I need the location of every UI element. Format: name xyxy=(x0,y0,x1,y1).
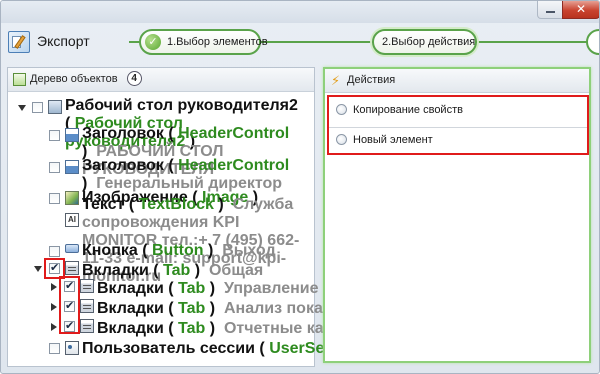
desktop-icon xyxy=(48,100,62,114)
node-checkbox[interactable] xyxy=(49,162,60,173)
node-type: HeaderControl xyxy=(178,157,290,174)
user-session-icon xyxy=(65,341,79,355)
node-name: Текст xyxy=(82,196,125,213)
node-paren: ( xyxy=(163,157,179,174)
window-title: Экспорт xyxy=(37,33,90,49)
tree-node-tab-general[interactable]: Вкладки ( Tab ) Общая xyxy=(82,262,263,280)
title-bar: ✕ xyxy=(1,1,599,23)
actions-title: Действия xyxy=(347,74,396,86)
node-paren: ) xyxy=(205,280,216,297)
highlight-box-actions xyxy=(327,95,589,155)
wizard-step-select-action[interactable]: 2.Выбор действия xyxy=(372,29,477,55)
node-paren: ( xyxy=(163,320,179,337)
tab-icon xyxy=(80,279,94,293)
header-icon xyxy=(65,160,79,174)
expand-arrow-icon[interactable] xyxy=(51,303,57,311)
actions-header: ⚡ Действия xyxy=(325,69,589,93)
minimize-button[interactable] xyxy=(537,1,563,19)
node-paren: ( xyxy=(137,242,152,259)
node-paren: ) xyxy=(203,242,214,259)
node-paren: ) xyxy=(190,262,201,279)
node-name: Рабочий стол руководителя2 xyxy=(65,97,298,114)
wizard-step-select-elements[interactable]: ✓ 1.Выбор элементов xyxy=(139,29,268,55)
node-description: Выход xyxy=(222,242,276,259)
wizard-step-label: 1.Выбор элементов xyxy=(167,36,268,48)
step-done-check-icon: ✓ xyxy=(145,34,161,50)
node-checkbox[interactable] xyxy=(49,343,60,354)
header-icon xyxy=(65,128,79,142)
node-checkbox[interactable] xyxy=(49,193,60,204)
node-type: Tab xyxy=(163,262,191,279)
object-count-badge: 4 xyxy=(126,71,142,86)
tab-icon xyxy=(80,319,94,333)
tree-icon xyxy=(13,73,26,86)
node-type: TextBlock xyxy=(138,196,214,213)
node-paren: ( xyxy=(124,196,139,213)
node-name: Кнопка xyxy=(82,242,138,259)
expand-arrow-icon[interactable] xyxy=(51,283,57,291)
button-icon xyxy=(65,244,79,253)
node-paren: ( xyxy=(163,125,179,142)
close-button[interactable]: ✕ xyxy=(562,1,599,19)
tab-icon xyxy=(65,261,79,275)
wizard-step-next[interactable] xyxy=(586,29,599,55)
export-app-icon xyxy=(8,31,30,53)
collapse-arrow-icon[interactable] xyxy=(34,266,42,272)
node-type: Tab xyxy=(178,320,206,337)
highlight-box-subtab-checkboxes xyxy=(59,276,80,334)
node-paren: ) xyxy=(213,196,224,213)
node-checkbox[interactable] xyxy=(49,246,60,257)
object-tree-title: Дерево объектов xyxy=(30,73,118,85)
node-paren: ( xyxy=(163,280,179,297)
export-window: ✕ Экспорт ✓ 1.Выбор элементов 2.Выбор де… xyxy=(0,0,600,374)
node-name: Вкладки xyxy=(82,262,149,279)
node-paren: ( xyxy=(254,340,270,357)
actions-panel: ⚡ Действия Копирование свойств Новый эле… xyxy=(323,67,591,363)
node-paren: ( xyxy=(148,262,164,279)
node-paren: ( xyxy=(163,300,179,317)
close-icon: ✕ xyxy=(575,2,587,16)
text-icon: AI xyxy=(65,213,79,227)
lightning-icon: ⚡ xyxy=(331,73,341,88)
collapse-arrow-icon[interactable] xyxy=(18,105,26,111)
node-type: Button xyxy=(152,242,204,259)
node-name: Вкладки xyxy=(97,320,164,337)
node-description: Общая xyxy=(208,262,264,279)
node-checkbox[interactable] xyxy=(32,102,43,113)
node-name: Пользователь сессии xyxy=(82,340,255,357)
expand-arrow-icon[interactable] xyxy=(51,323,57,331)
tab-icon xyxy=(80,299,94,313)
node-name: Вкладки xyxy=(97,300,164,317)
node-paren: ) xyxy=(205,300,216,317)
object-tree-panel: Дерево объектов 4 Рабочий стол руководит… xyxy=(7,67,433,367)
image-icon xyxy=(65,191,79,205)
node-type: Tab xyxy=(178,280,206,297)
tree-node-button[interactable]: Кнопка ( Button ) Выход xyxy=(82,242,276,260)
node-name: Заголовок xyxy=(82,157,164,174)
node-paren: ) xyxy=(205,320,216,337)
tree-node-header-2[interactable]: Заголовок ( HeaderControl ) Генеральный … xyxy=(82,157,310,193)
node-type: HeaderControl xyxy=(178,125,290,142)
object-tree-header: Дерево объектов 4 xyxy=(8,68,314,92)
wizard-step-label: 2.Выбор действия xyxy=(382,36,476,48)
node-name: Заголовок xyxy=(82,125,164,142)
node-checkbox[interactable] xyxy=(49,130,60,141)
node-type: Tab xyxy=(178,300,206,317)
node-name: Вкладки xyxy=(97,280,164,297)
